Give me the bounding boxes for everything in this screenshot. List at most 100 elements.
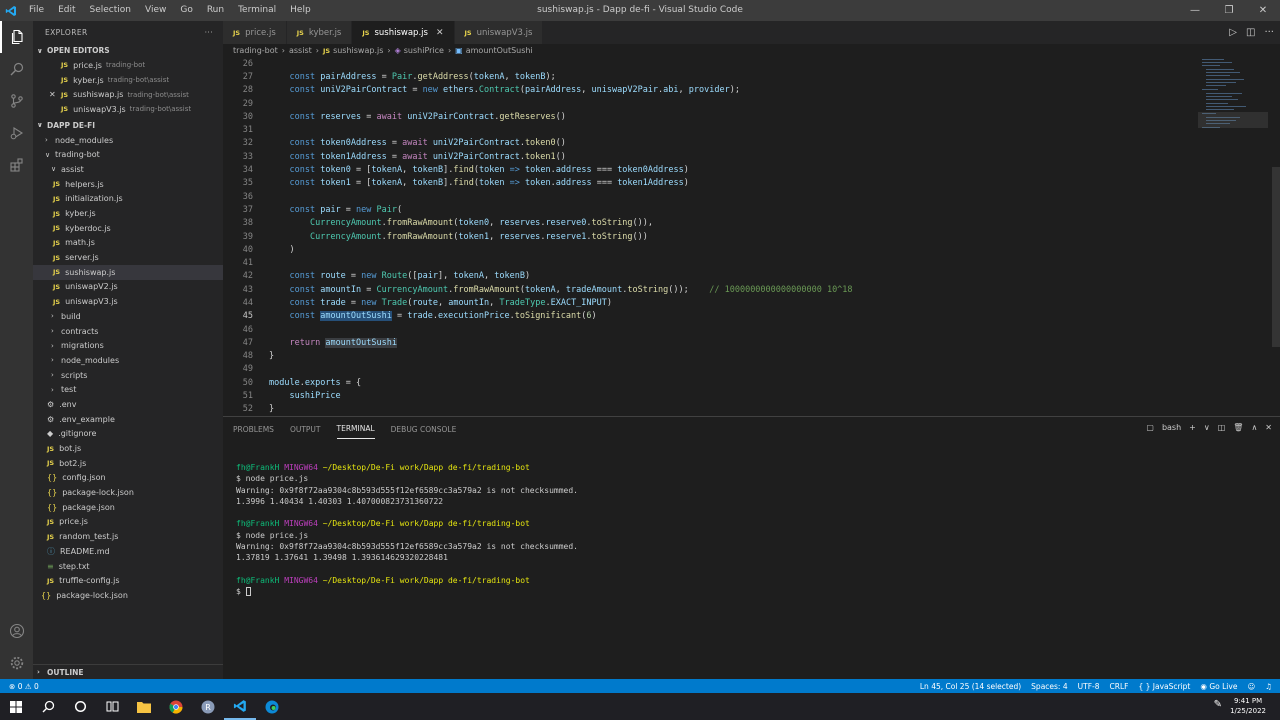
open-editor-item-active[interactable]: ✕ JS sushiswap.js trading-bot\assist [33,87,223,102]
tree-file[interactable]: JS helpers.js [33,177,223,192]
language-mode[interactable]: { } JavaScript [1138,682,1190,691]
code-editor[interactable]: 26 27 const pairAddress = Pair.getAddres… [223,57,1280,416]
taskbar-clock[interactable]: 9:41 PM 1/25/2022 [1230,696,1266,716]
close-icon[interactable]: ✕ [1246,0,1280,21]
tree-file[interactable]: ⚙ .env [33,397,223,412]
source-control-icon[interactable] [0,85,33,117]
tree-file[interactable]: JS bot.js [33,441,223,456]
tab-kyber[interactable]: JS kyber.js [286,21,353,44]
more-actions-icon[interactable]: ··· [1264,27,1274,38]
cortana-icon[interactable] [64,693,96,720]
explorer-icon[interactable] [0,21,33,53]
tree-folder[interactable]: › node_modules [33,353,223,368]
run-debug-icon[interactable] [0,117,33,149]
file-explorer-icon[interactable] [128,693,160,720]
account-icon[interactable] [0,615,33,647]
pen-tray-icon[interactable]: ✎ [1214,699,1222,710]
search-icon[interactable] [0,53,33,85]
menu-edit[interactable]: Edit [51,0,82,21]
menu-go[interactable]: Go [173,0,199,21]
project-header[interactable]: ∨ DAPP DE-FI [33,118,223,133]
tree-file[interactable]: JS initialization.js [33,192,223,207]
tab-output[interactable]: OUTPUT [290,420,321,439]
tree-file[interactable]: JS kyberdoc.js [33,221,223,236]
tree-file[interactable]: JS bot2.js [33,456,223,471]
edge-icon[interactable] [256,693,288,720]
maximize-panel-icon[interactable]: ∧ [1251,423,1257,432]
tree-folder[interactable]: › contracts [33,324,223,339]
menu-help[interactable]: Help [283,0,318,21]
breadcrumb-item[interactable]: amountOutSushi [466,46,533,55]
tree-file[interactable]: JS uniswapV3.js [33,294,223,309]
more-actions-icon[interactable]: ··· [205,28,213,37]
run-icon[interactable]: ▷ [1229,27,1237,38]
line-ending[interactable]: CRLF [1110,682,1129,691]
feedback-icon[interactable]: ☺ [1247,682,1255,691]
chrome-icon[interactable] [160,693,192,720]
new-terminal-icon[interactable]: + [1189,423,1196,432]
tab-sushiswap[interactable]: JS sushiswap.js ✕ [352,21,455,44]
menu-view[interactable]: View [138,0,173,21]
breadcrumb-item[interactable]: assist [289,46,312,55]
terminal-input-line[interactable]: $ [236,587,578,598]
cursor-position[interactable]: Ln 45, Col 25 (14 selected) [920,682,1021,691]
tree-file[interactable]: JS server.js [33,250,223,265]
breadcrumb-item[interactable]: sushiPrice [404,46,444,55]
tree-folder[interactable]: ∨ assist [33,162,223,177]
tree-folder[interactable]: › migrations [33,338,223,353]
close-tab-icon[interactable]: ✕ [436,28,444,38]
tree-file[interactable]: JS kyber.js [33,206,223,221]
tree-file[interactable]: JS uniswapV2.js [33,280,223,295]
tree-file[interactable]: ◆ .gitignore [33,427,223,442]
split-terminal-icon[interactable]: ◫ [1218,423,1226,432]
menu-file[interactable]: File [22,0,51,21]
bell-icon[interactable]: ♫ [1265,682,1272,691]
tree-file[interactable]: ⚙ .env_example [33,412,223,427]
tab-debug-console[interactable]: DEBUG CONSOLE [391,420,457,439]
minimize-icon[interactable]: — [1178,0,1212,21]
gear-icon[interactable] [0,647,33,679]
tree-file[interactable]: {} config.json [33,471,223,486]
tab-problems[interactable]: PROBLEMS [233,420,274,439]
menu-selection[interactable]: Selection [83,0,138,21]
split-editor-icon[interactable]: ◫ [1246,27,1255,38]
tree-folder[interactable]: › node_modules [33,133,223,148]
tree-file[interactable]: JS math.js [33,236,223,251]
chevron-down-icon[interactable]: ∨ [1204,423,1210,432]
extensions-icon[interactable] [0,149,33,181]
close-panel-icon[interactable]: ✕ [1265,423,1272,432]
indentation[interactable]: Spaces: 4 [1031,682,1067,691]
tree-file[interactable]: {} package.json [33,500,223,515]
tree-folder[interactable]: › test [33,382,223,397]
tree-file[interactable]: {} package-lock.json [33,485,223,500]
tab-uniswapv3[interactable]: JS uniswapV3.js [454,21,544,44]
menu-run[interactable]: Run [200,0,231,21]
r-app-icon[interactable]: R [192,693,224,720]
breadcrumb-item[interactable]: trading-bot [233,46,278,55]
tree-file[interactable]: JS price.js [33,515,223,530]
tree-file[interactable]: ⓘ README.md [33,544,223,559]
tab-terminal[interactable]: TERMINAL [336,419,375,439]
minimap[interactable] [1198,57,1268,147]
tree-file[interactable]: JS random_test.js [33,529,223,544]
menu-terminal[interactable]: Terminal [231,0,283,21]
tree-file[interactable]: {} package-lock.json [33,588,223,603]
tree-file[interactable]: JS truffle-config.js [33,573,223,588]
tree-folder[interactable]: ∨ trading-bot [33,147,223,162]
encoding[interactable]: UTF-8 [1078,682,1100,691]
tree-folder[interactable]: › scripts [33,368,223,383]
open-editors-header[interactable]: ∨ OPEN EDITORS [33,43,223,58]
tree-file[interactable]: ≡ step.txt [33,559,223,574]
errors-status[interactable]: ⊗ 0 ⚠ 0 [9,682,39,691]
tab-price[interactable]: JS price.js [223,21,287,44]
vscode-taskbar-icon[interactable] [224,693,256,720]
breadcrumb-item[interactable]: sushiswap.js [333,46,383,55]
editor-scrollbar[interactable] [1272,167,1280,347]
terminal-output[interactable]: fh@FrankH MINGW64 ~/Desktop/De-Fi work/D… [236,463,578,599]
go-live-button[interactable]: ◉ Go Live [1200,682,1237,691]
open-editor-item[interactable]: JS uniswapV3.js trading-bot\assist [33,102,223,117]
windows-start-icon[interactable] [0,693,32,720]
close-editor-icon[interactable]: ✕ [49,90,61,99]
restore-icon[interactable]: ❐ [1212,0,1246,21]
task-view-icon[interactable] [96,693,128,720]
